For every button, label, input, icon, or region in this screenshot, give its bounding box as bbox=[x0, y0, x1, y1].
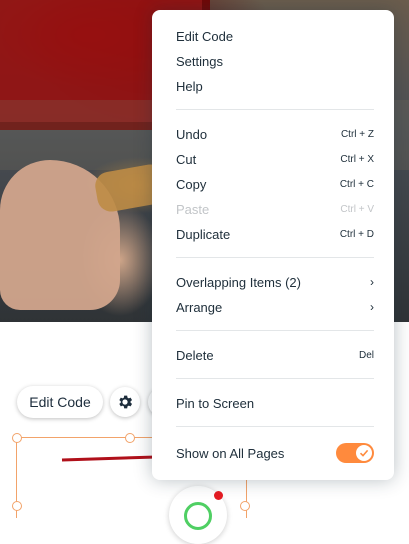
menu-divider bbox=[176, 257, 374, 258]
menu-item-label: Settings bbox=[176, 53, 223, 69]
edit-code-button[interactable]: Edit Code bbox=[17, 386, 103, 418]
menu-item-label: Duplicate bbox=[176, 226, 231, 242]
menu-divider bbox=[176, 378, 374, 379]
menu-item-shortcut: Ctrl + X bbox=[340, 153, 374, 165]
menu-item-label: Edit Code bbox=[176, 28, 234, 44]
menu-item-show-on-all-pages[interactable]: Show on All Pages bbox=[176, 441, 374, 465]
selection-handle-bottom-left[interactable] bbox=[12, 501, 22, 511]
menu-item-delete[interactable]: Delete Del bbox=[176, 343, 374, 367]
menu-item-overlapping-items[interactable]: Overlapping Items (2) › bbox=[176, 270, 374, 294]
menu-item-shortcut: Ctrl + Z bbox=[340, 128, 374, 140]
menu-item-settings[interactable]: Settings bbox=[176, 49, 374, 73]
menu-item-label: Undo bbox=[176, 126, 208, 142]
menu-item-arrange[interactable]: Arrange › bbox=[176, 295, 374, 319]
status-ring-icon bbox=[184, 502, 212, 530]
menu-item-label: Show on All Pages bbox=[176, 445, 285, 461]
menu-item-label: Paste bbox=[176, 201, 210, 217]
settings-button[interactable] bbox=[110, 387, 140, 417]
menu-item-label: Delete bbox=[176, 347, 214, 363]
menu-item-shortcut: Ctrl + V bbox=[340, 203, 374, 215]
context-menu: Edit Code Settings Help Undo Ctrl + Z Cu… bbox=[152, 10, 394, 480]
show-on-all-pages-toggle[interactable] bbox=[336, 443, 374, 463]
notification-dot bbox=[214, 491, 223, 500]
menu-item-duplicate[interactable]: Duplicate Ctrl + D bbox=[176, 222, 374, 246]
menu-item-edit-code[interactable]: Edit Code bbox=[176, 24, 374, 48]
menu-item-shortcut: Ctrl + D bbox=[339, 228, 374, 240]
menu-item-label: Cut bbox=[176, 151, 197, 167]
menu-item-help[interactable]: Help bbox=[176, 74, 374, 98]
chevron-right-icon: › bbox=[370, 300, 374, 314]
menu-item-copy[interactable]: Copy Ctrl + C bbox=[176, 172, 374, 196]
menu-item-undo[interactable]: Undo Ctrl + Z bbox=[176, 122, 374, 146]
menu-item-label: Help bbox=[176, 78, 203, 94]
menu-item-label: Pin to Screen bbox=[176, 395, 255, 411]
menu-item-shortcut: Del bbox=[358, 349, 374, 361]
checkmark-icon bbox=[359, 449, 369, 457]
menu-divider bbox=[176, 109, 374, 110]
menu-divider bbox=[176, 330, 374, 331]
menu-item-label: Arrange bbox=[176, 299, 223, 315]
chevron-right-icon: › bbox=[370, 275, 374, 289]
menu-item-paste[interactable]: Paste Ctrl + V bbox=[176, 197, 374, 221]
menu-item-label: Overlapping Items (2) bbox=[176, 274, 301, 290]
toggle-knob bbox=[356, 445, 372, 461]
menu-item-label: Copy bbox=[176, 176, 207, 192]
selection-handle-top-mid[interactable] bbox=[125, 433, 135, 443]
menu-divider bbox=[176, 426, 374, 427]
selection-handle-bottom-right[interactable] bbox=[240, 501, 250, 511]
menu-item-cut[interactable]: Cut Ctrl + X bbox=[176, 147, 374, 171]
gear-icon bbox=[119, 395, 133, 409]
menu-item-pin-to-screen[interactable]: Pin to Screen bbox=[176, 391, 374, 415]
selection-handle-top-left[interactable] bbox=[12, 433, 22, 443]
menu-item-shortcut: Ctrl + C bbox=[339, 178, 374, 190]
